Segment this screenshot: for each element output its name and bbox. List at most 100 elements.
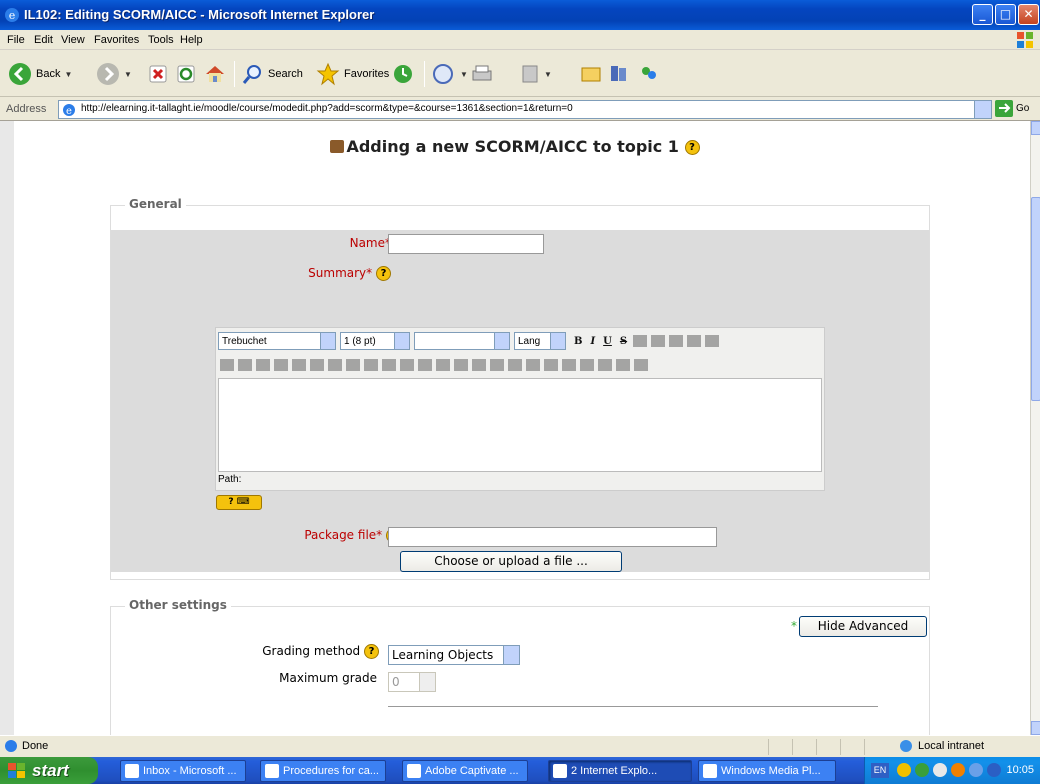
unlink-icon[interactable] xyxy=(490,359,504,371)
subscript-icon[interactable] xyxy=(633,335,648,347)
menu-bar: File Edit View Favorites Tools Help xyxy=(0,30,1040,50)
anchor-icon[interactable] xyxy=(454,359,468,371)
strikethrough-button[interactable]: S xyxy=(620,336,627,347)
help-icon[interactable]: ? xyxy=(684,140,700,155)
language-indicator[interactable]: EN xyxy=(871,763,889,778)
package-file-input[interactable] xyxy=(388,527,717,547)
align-left-icon[interactable] xyxy=(220,359,234,371)
link-icon[interactable] xyxy=(472,359,486,371)
align-right-icon[interactable] xyxy=(256,359,270,371)
scroll-up-button[interactable] xyxy=(1031,121,1040,135)
home-button[interactable] xyxy=(204,59,226,89)
favorites-button[interactable]: Favorites xyxy=(316,59,389,89)
ltr-icon[interactable] xyxy=(292,359,306,371)
summary-editor-area[interactable] xyxy=(218,378,822,472)
other-settings-section: Other settings * Hide Advanced Grading m… xyxy=(110,598,930,735)
back-button[interactable]: Back ▼ xyxy=(8,59,72,89)
fullscreen-icon[interactable] xyxy=(634,359,648,371)
package-file-label: Package file* ? xyxy=(231,528,401,543)
align-center-icon[interactable] xyxy=(238,359,252,371)
style-select[interactable] xyxy=(414,332,510,350)
tray-icon[interactable] xyxy=(933,763,947,777)
table-icon[interactable] xyxy=(544,359,558,371)
choose-upload-file-button[interactable]: Choose or upload a file ... xyxy=(400,551,622,572)
indent-icon[interactable] xyxy=(382,359,396,371)
menu-tools[interactable]: Tools xyxy=(148,34,174,46)
font-select[interactable]: Trebuchet xyxy=(218,332,336,350)
mail-icon xyxy=(433,64,453,84)
smiley-icon[interactable] xyxy=(562,359,576,371)
summary-help-icon[interactable]: ? xyxy=(376,266,391,281)
maximize-button[interactable]: □ xyxy=(995,4,1016,25)
ordered-list-icon[interactable] xyxy=(328,359,342,371)
tray-icon[interactable] xyxy=(951,763,965,777)
name-input[interactable] xyxy=(388,234,544,254)
scroll-down-button[interactable] xyxy=(1031,721,1040,735)
address-dropdown-button[interactable] xyxy=(974,101,991,118)
back-arrow-icon xyxy=(9,63,31,85)
go-button[interactable]: Go xyxy=(995,100,1029,117)
html-source-icon[interactable] xyxy=(616,359,630,371)
tray-icon[interactable] xyxy=(987,763,1001,777)
start-button[interactable]: start xyxy=(0,757,98,784)
hide-advanced-button[interactable]: Hide Advanced xyxy=(799,616,927,637)
menu-file[interactable]: File xyxy=(7,34,25,46)
mail-button[interactable]: ▼ xyxy=(432,59,468,89)
clean-word-icon[interactable] xyxy=(669,335,684,347)
grading-method-select[interactable]: Learning Objects xyxy=(388,645,520,665)
edit-button[interactable]: ▼ xyxy=(520,59,552,89)
taskbar-item-inbox[interactable]: Inbox - Microsoft ... xyxy=(120,760,246,782)
undo-icon[interactable] xyxy=(687,335,702,347)
scroll-thumb[interactable] xyxy=(1031,197,1040,401)
menu-edit[interactable]: Edit xyxy=(34,34,53,46)
maximum-grade-label: Maximum grade xyxy=(279,671,377,685)
page-content: Adding a new SCORM/AICC to topic 1 ? Gen… xyxy=(0,121,1030,735)
taskbar-item-internet-explorer[interactable]: 2 Internet Explo... xyxy=(548,760,692,782)
italic-button[interactable]: I xyxy=(590,336,595,347)
search-replace-icon[interactable] xyxy=(598,359,612,371)
keyboard-help-icon[interactable]: ? ⌨ xyxy=(216,495,262,510)
close-button[interactable]: ✕ xyxy=(1018,4,1039,25)
tray-icon[interactable] xyxy=(915,763,929,777)
unordered-list-icon[interactable] xyxy=(346,359,360,371)
lang-select[interactable]: Lang xyxy=(514,332,566,350)
special-char-icon[interactable] xyxy=(580,359,594,371)
forward-button[interactable]: ▼ xyxy=(96,59,132,89)
vertical-scrollbar[interactable] xyxy=(1030,121,1040,735)
discuss-button[interactable] xyxy=(580,59,602,89)
refresh-button[interactable] xyxy=(176,59,196,89)
print-button[interactable] xyxy=(470,59,494,89)
menu-view[interactable]: View xyxy=(61,34,85,46)
background-color-icon[interactable] xyxy=(418,359,432,371)
bold-button[interactable]: B xyxy=(574,336,582,347)
stop-button[interactable] xyxy=(148,59,168,89)
menu-help[interactable]: Help xyxy=(180,34,203,46)
menu-favorites[interactable]: Favorites xyxy=(94,34,139,46)
outdent-icon[interactable] xyxy=(364,359,378,371)
history-button[interactable] xyxy=(392,59,414,89)
justify-icon[interactable] xyxy=(274,359,288,371)
taskbar-item-captivate[interactable]: Adobe Captivate ... xyxy=(402,760,528,782)
rtl-icon[interactable] xyxy=(310,359,324,371)
size-select[interactable]: 1 (8 pt) xyxy=(340,332,410,350)
research-button[interactable] xyxy=(608,59,630,89)
image-icon[interactable] xyxy=(526,359,540,371)
horizontal-rule-icon[interactable] xyxy=(436,359,450,371)
grading-help-icon[interactable]: ? xyxy=(364,644,379,659)
text-color-icon[interactable] xyxy=(400,359,414,371)
messenger-button[interactable] xyxy=(638,59,660,89)
tray-icon[interactable] xyxy=(897,763,911,777)
nolink-icon[interactable] xyxy=(508,359,522,371)
summary-label: Summary* ? xyxy=(261,266,391,281)
internet-explorer-icon: e xyxy=(5,8,19,22)
underline-button[interactable]: U xyxy=(603,336,612,347)
taskbar-item-procedures[interactable]: Procedures for ca... xyxy=(260,760,386,782)
search-button[interactable]: Search xyxy=(242,59,303,89)
page-title: Adding a new SCORM/AICC to topic 1 ? xyxy=(0,137,1030,156)
address-input[interactable]: e http://elearning.it-tallaght.ie/moodle… xyxy=(58,100,992,119)
redo-icon[interactable] xyxy=(705,335,720,347)
taskbar-item-media-player[interactable]: Windows Media Pl... xyxy=(698,760,836,782)
superscript-icon[interactable] xyxy=(651,335,666,347)
minimize-button[interactable]: _ xyxy=(972,4,993,25)
tray-icon[interactable] xyxy=(969,763,983,777)
